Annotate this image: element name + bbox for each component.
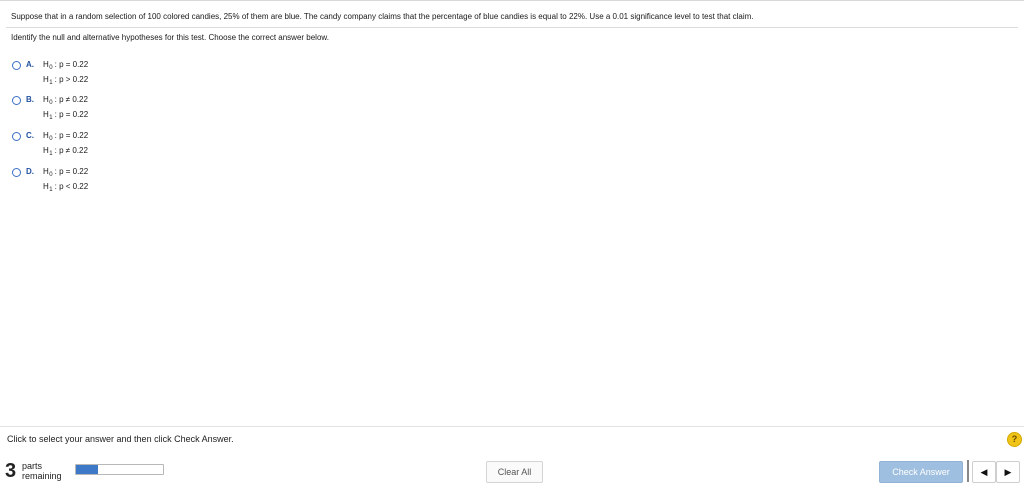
choice-letter: A.	[26, 60, 34, 69]
radio-choice-d[interactable]	[12, 168, 21, 177]
top-divider	[0, 0, 1024, 1]
footer-divider	[0, 426, 1024, 427]
progress-fill	[76, 465, 98, 474]
choice-c[interactable]: C. H0: p = 0.22 H1: p ≠ 0.22	[12, 131, 212, 160]
null-hypothesis: H0: p = 0.22	[43, 167, 89, 178]
parts-remaining-count: 3	[5, 460, 17, 482]
parts-progress-bar	[75, 464, 164, 475]
choice-letter: C.	[26, 131, 34, 140]
radio-choice-a[interactable]	[12, 61, 21, 70]
choice-letter: D.	[26, 167, 34, 176]
nav-separator	[967, 460, 969, 482]
question-text: Suppose that in a random selection of 10…	[11, 12, 754, 21]
choice-d[interactable]: D. H0: p = 0.22 H1: p < 0.22	[12, 167, 212, 196]
question-divider	[6, 27, 1018, 28]
alternative-hypothesis: H1: p ≠ 0.22	[43, 146, 88, 157]
null-hypothesis: H0: p = 0.22	[43, 60, 89, 71]
alternative-hypothesis: H1: p < 0.22	[43, 182, 89, 193]
null-hypothesis: H0: p = 0.22	[43, 131, 89, 142]
alternative-hypothesis: H1: p = 0.22	[43, 110, 89, 121]
status-message: Click to select your answer and then cli…	[7, 434, 234, 444]
instruction-text: Identify the null and alternative hypoth…	[11, 33, 329, 42]
parts-remaining-label: parts remaining	[22, 461, 62, 481]
prev-arrow-icon[interactable]: ◀	[972, 461, 996, 483]
radio-choice-c[interactable]	[12, 132, 21, 141]
help-icon[interactable]: ?	[1007, 432, 1022, 447]
alternative-hypothesis: H1: p > 0.22	[43, 75, 89, 86]
null-hypothesis: H0: p ≠ 0.22	[43, 95, 88, 106]
radio-choice-b[interactable]	[12, 96, 21, 105]
choice-b[interactable]: B. H0: p ≠ 0.22 H1: p = 0.22	[12, 95, 212, 124]
next-arrow-icon[interactable]: ▶	[996, 461, 1020, 483]
clear-all-button[interactable]: Clear All	[486, 461, 543, 483]
choice-letter: B.	[26, 95, 34, 104]
check-answer-button[interactable]: Check Answer	[879, 461, 963, 483]
choice-a[interactable]: A. H0: p = 0.22 H1: p > 0.22	[12, 60, 212, 89]
